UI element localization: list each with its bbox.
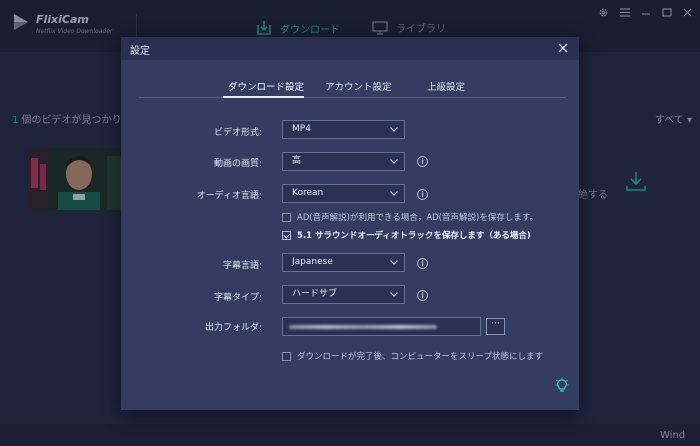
- subtitle-language-select[interactable]: Japanese: [282, 253, 405, 272]
- settings-dialog: 設定 ダウンロード設定 アカウント設定 上級設定 ビデオ形式: MP4 動画の画…: [121, 37, 579, 410]
- surround-option-label: 5.1 サラウンドオーディオトラックを保存します（ある場合): [297, 231, 531, 241]
- browse-folder-button[interactable]: ···: [486, 318, 505, 335]
- video-format-label: ビデオ形式:: [213, 128, 262, 138]
- active-tab-indicator: [223, 96, 304, 98]
- chevron-down-icon: [390, 191, 398, 196]
- subtitle-type-label: 字幕タイプ:: [213, 293, 262, 303]
- close-dialog-button[interactable]: [555, 39, 571, 57]
- video-format-value: MP4: [292, 124, 311, 134]
- tab-download-settings[interactable]: ダウンロード設定: [228, 79, 304, 93]
- info-icon[interactable]: i: [417, 156, 428, 167]
- video-quality-label: 動画の画質:: [213, 159, 262, 169]
- tab-account-settings[interactable]: アカウント設定: [325, 79, 392, 93]
- audio-language-value: Korean: [292, 188, 324, 198]
- video-format-select[interactable]: MP4: [282, 120, 405, 139]
- subtitle-type-select[interactable]: ハードサブ: [282, 285, 405, 304]
- info-icon[interactable]: i: [417, 290, 428, 301]
- audio-language-label: オーディオ言語:: [196, 191, 262, 201]
- blurred-folder-path: [289, 325, 437, 329]
- ad-option-checkbox[interactable]: [282, 212, 291, 222]
- ad-option-label: AD(音声解説)が利用できる場合，AD(音声解説)を保存します。: [297, 213, 538, 223]
- close-icon: [558, 43, 568, 53]
- video-quality-select[interactable]: 高: [282, 152, 405, 171]
- tabs-divider: [139, 97, 566, 98]
- dialog-header: 設定: [121, 37, 579, 60]
- audio-language-select[interactable]: Korean: [282, 184, 405, 203]
- video-quality-value: 高: [292, 156, 302, 166]
- dialog-title: 設定: [130, 46, 150, 57]
- chevron-down-icon: [390, 127, 398, 132]
- subtitle-language-value: Japanese: [292, 257, 333, 267]
- surround-option-checkbox[interactable]: [282, 230, 291, 240]
- info-icon[interactable]: i: [417, 258, 428, 269]
- settings-tabs: ダウンロード設定 アカウント設定 上級設定: [121, 79, 579, 99]
- sleep-option-label: ダウンロードが完了後、コンピューターをスリープ状態にします: [297, 352, 543, 362]
- sleep-option-checkbox[interactable]: [282, 351, 291, 361]
- output-folder-input[interactable]: [282, 317, 481, 336]
- chevron-down-icon: [390, 260, 398, 265]
- info-icon[interactable]: i: [417, 189, 428, 200]
- tab-advanced-settings[interactable]: 上級設定: [427, 79, 465, 93]
- subtitle-type-value: ハードサブ: [292, 289, 338, 299]
- lightbulb-icon[interactable]: [555, 377, 569, 393]
- sleep-option-row[interactable]: ダウンロードが完了後、コンピューターをスリープ状態にします: [282, 350, 543, 362]
- chevron-down-icon: [390, 159, 398, 164]
- ad-option-row[interactable]: AD(音声解説)が利用できる場合，AD(音声解説)を保存します。: [282, 211, 538, 223]
- chevron-down-icon: [390, 292, 398, 297]
- subtitle-language-label: 字幕言語:: [222, 261, 262, 271]
- output-folder-label: 出力フォルダ:: [204, 323, 262, 333]
- surround-option-row[interactable]: 5.1 サラウンドオーディオトラックを保存します（ある場合): [282, 229, 531, 241]
